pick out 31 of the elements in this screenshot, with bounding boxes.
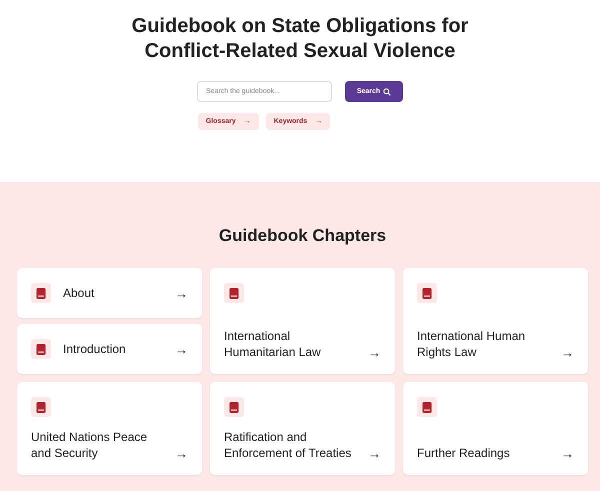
chapter-title: Further Readings	[417, 445, 510, 461]
chapter-card[interactable]: Introduction →	[17, 324, 202, 374]
chapter-title: Introduction	[63, 341, 127, 357]
chapter-title: International Human Rights Law	[417, 328, 526, 360]
chapter-title: Ratification and Enforcement of Treaties	[224, 429, 352, 461]
section-heading: Guidebook Chapters	[218, 225, 388, 247]
book-icon	[224, 283, 244, 303]
book-icon	[31, 339, 51, 359]
chapter-card[interactable]: International Human Rights Law →	[403, 268, 588, 374]
search-icon	[383, 88, 392, 96]
chapter-card[interactable]: Ratification and Enforcement of Treaties →	[210, 382, 395, 475]
arrow-icon: →	[561, 345, 574, 360]
arrow-icon: →	[175, 286, 188, 300]
arrow-icon: →	[368, 446, 381, 461]
arrow-icon: →	[175, 342, 188, 356]
book-icon	[224, 397, 244, 417]
book-icon	[31, 397, 51, 417]
page-title: Guidebook on State Obligations for Conflict-Related Sexual Violence	[130, 14, 470, 64]
chapter-card[interactable]: About →	[17, 268, 202, 318]
book-icon	[417, 283, 437, 303]
book-icon	[417, 397, 437, 417]
arrow-icon: →	[368, 345, 381, 360]
arrow-icon: →	[175, 446, 188, 461]
arrow-icon: →	[561, 446, 574, 461]
chapter-title: About	[63, 285, 96, 301]
chapter-title: United Nations Peace and Security	[31, 429, 148, 461]
chapter-card[interactable]: Further Readings →	[403, 382, 588, 475]
chapter-card[interactable]: United Nations Peace and Security →	[17, 382, 202, 475]
chapter-title: International Humanitarian Law	[224, 328, 322, 360]
chapter-card[interactable]: International Humanitarian Law →	[210, 268, 395, 374]
book-icon	[31, 283, 51, 303]
